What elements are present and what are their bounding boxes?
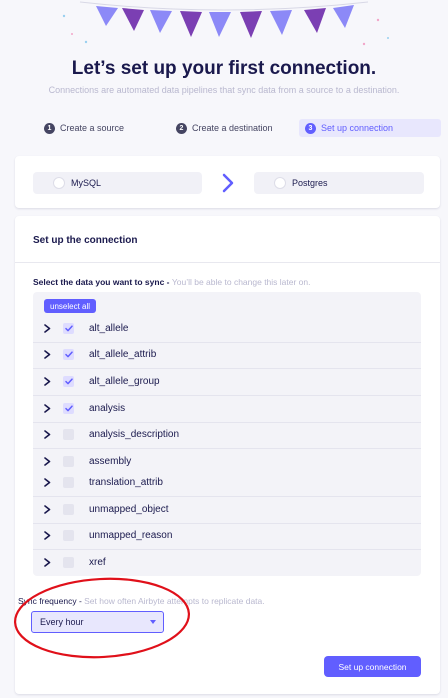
setup-connection-button[interactable]: Set up connection: [324, 656, 421, 677]
stream-checkbox[interactable]: [63, 376, 74, 387]
stream-name: unmapped_object: [89, 504, 169, 515]
stream-checkbox[interactable]: [63, 530, 74, 541]
stream-row[interactable]: alt_allele_attrib: [33, 342, 421, 367]
select-data-hint: You’ll be able to change this later on.: [171, 277, 311, 287]
stream-name: alt_allele: [89, 323, 129, 334]
stream-name: alt_allele_attrib: [89, 349, 157, 360]
chevron-right-icon[interactable]: [42, 505, 52, 515]
chevron-right-icon[interactable]: [42, 478, 52, 488]
card-divider: [15, 262, 440, 263]
check-icon: [64, 325, 73, 332]
stream-checkbox[interactable]: [63, 349, 74, 360]
stream-checkbox[interactable]: [63, 557, 74, 568]
stream-row[interactable]: unmapped_object: [33, 497, 421, 522]
stream-checkbox[interactable]: [63, 429, 74, 440]
stream-checkbox[interactable]: [63, 403, 74, 414]
chevron-right-icon: [222, 173, 234, 193]
postgres-icon: [274, 177, 286, 189]
page-title: Let’s set up your first connection.: [71, 58, 377, 79]
stream-name: xref: [89, 557, 106, 568]
step-setup-connection[interactable]: 3 Set up connection: [299, 119, 441, 137]
stream-row[interactable]: xref: [33, 550, 421, 575]
stream-row[interactable]: unmapped_reason: [33, 523, 421, 548]
step-create-destination[interactable]: 2 Create a destination: [170, 119, 279, 137]
mysql-icon: [53, 177, 65, 189]
stream-checkbox[interactable]: [63, 323, 74, 334]
stream-row[interactable]: analysis_description: [33, 422, 421, 447]
stream-checkbox[interactable]: [63, 477, 74, 488]
chevron-right-icon[interactable]: [42, 457, 52, 467]
chevron-right-icon[interactable]: [42, 324, 52, 334]
step-label: Create a source: [60, 123, 125, 133]
bunting-decoration: [62, 1, 389, 46]
stream-name: translation_attrib: [89, 477, 163, 488]
destination-name: Postgres: [292, 178, 328, 188]
card-gap: [15, 462, 33, 472]
source-name: MySQL: [71, 178, 102, 188]
stream-row[interactable]: analysis: [33, 396, 421, 421]
stream-row[interactable]: alt_allele_group: [33, 369, 421, 394]
step-number: 2: [176, 122, 187, 134]
stream-name: analysis: [89, 403, 126, 414]
chevron-right-icon[interactable]: [42, 350, 52, 360]
stream-name: analysis_description: [89, 429, 180, 440]
stream-name: unmapped_reason: [89, 530, 173, 541]
step-label: Create a destination: [192, 123, 273, 133]
step-number: 3: [305, 122, 316, 134]
chevron-right-icon[interactable]: [42, 404, 52, 414]
chevron-right-icon[interactable]: [42, 430, 52, 440]
chevron-right-icon[interactable]: [42, 558, 52, 568]
check-icon: [64, 405, 73, 412]
stream-name: assembly: [89, 456, 132, 467]
stream-row[interactable]: alt_allele: [33, 316, 421, 341]
unselect-all-button[interactable]: unselect all: [44, 299, 97, 313]
check-icon: [64, 351, 73, 358]
check-icon: [64, 378, 73, 385]
select-data-title: Select the data you want to sync -: [33, 277, 172, 287]
stream-checkbox[interactable]: [63, 456, 74, 467]
stream-checkbox[interactable]: [63, 504, 74, 515]
source-pill[interactable]: MySQL: [33, 172, 202, 194]
step-label: Set up connection: [321, 123, 394, 133]
step-number: 1: [44, 122, 55, 134]
step-create-source[interactable]: 1 Create a source: [38, 119, 130, 137]
card-heading: Set up the connection: [33, 235, 138, 246]
select-data-label: Select the data you want to sync - You’l…: [33, 277, 311, 287]
page-subtitle: Connections are automated data pipelines…: [48, 85, 400, 95]
chevron-right-icon[interactable]: [42, 377, 52, 387]
chevron-right-icon[interactable]: [42, 531, 52, 541]
stream-name: alt_allele_group: [89, 376, 160, 387]
highlight-ellipse: [13, 577, 191, 659]
destination-pill[interactable]: Postgres: [254, 172, 424, 194]
stream-row[interactable]: translation_attrib: [33, 470, 421, 495]
